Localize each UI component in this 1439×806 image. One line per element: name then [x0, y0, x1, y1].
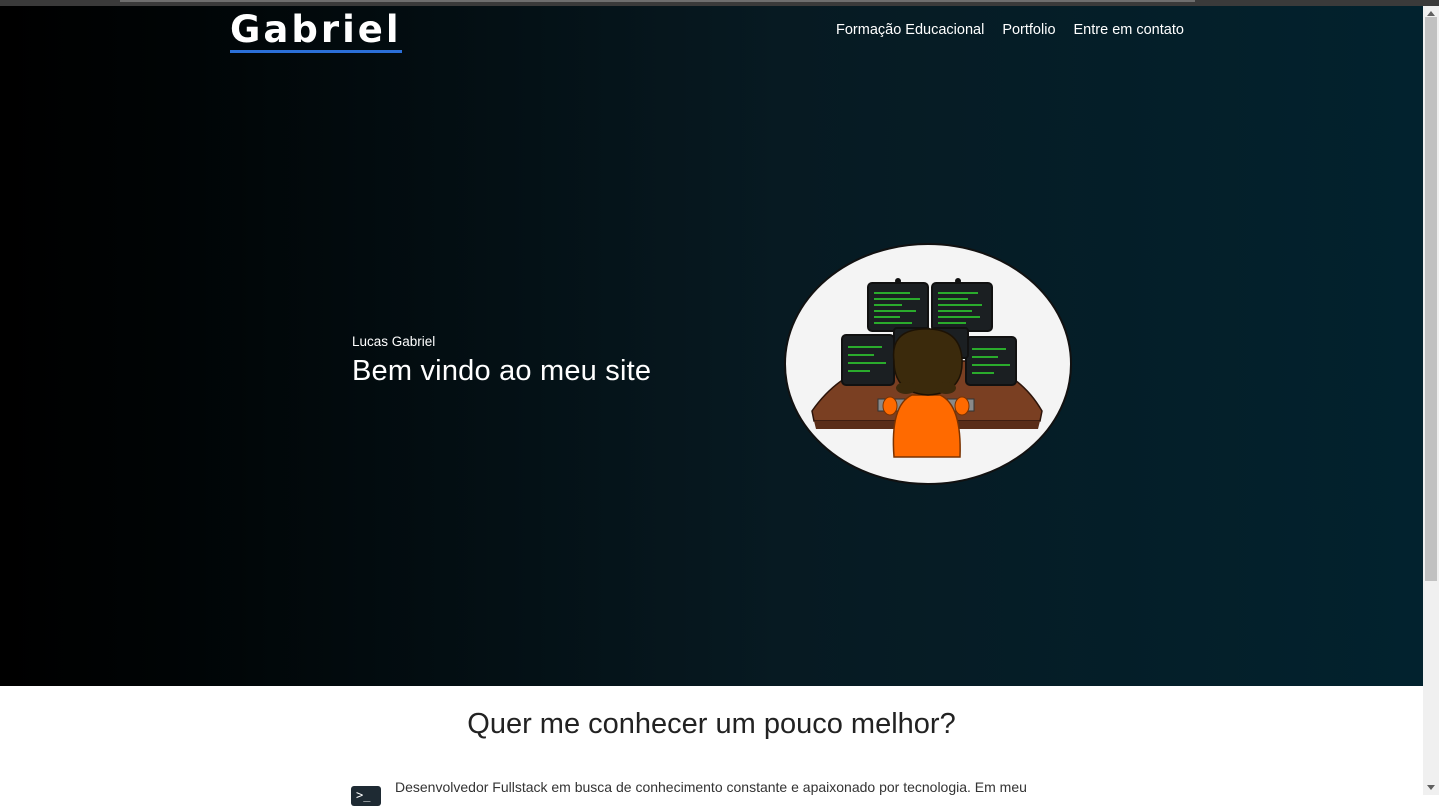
hero-title: Bem vindo ao meu site	[352, 355, 652, 387]
brand-logo-link[interactable]: Gabriel	[230, 10, 402, 53]
hero-section: Gabriel Formação Educacional Portfolio E…	[0, 6, 1423, 686]
about-heading: Quer me conhecer um pouco melhor?	[467, 708, 956, 740]
scroll-down-icon[interactable]	[1427, 785, 1435, 790]
scrollbar-thumb[interactable]	[1425, 17, 1437, 581]
main-nav: Formação Educacional Portfolio Entre em …	[836, 22, 1184, 38]
scroll-up-icon[interactable]	[1427, 11, 1435, 16]
hero-subtitle: Lucas Gabriel	[352, 334, 436, 349]
terminal-icon: >_	[351, 786, 381, 806]
nav-link-formacao[interactable]: Formação Educacional	[836, 22, 984, 38]
hero-text-block: Lucas Gabriel Bem vindo ao meu site	[352, 334, 651, 388]
nav-link-contato[interactable]: Entre em contato	[1074, 22, 1184, 38]
nav-link-portfolio[interactable]: Portfolio	[1002, 22, 1055, 38]
developer-illustration	[782, 243, 1074, 487]
about-paragraph: Desenvolvedor Fullstack em busca de conh…	[395, 779, 1027, 795]
page-scrollbar[interactable]	[1423, 6, 1439, 795]
